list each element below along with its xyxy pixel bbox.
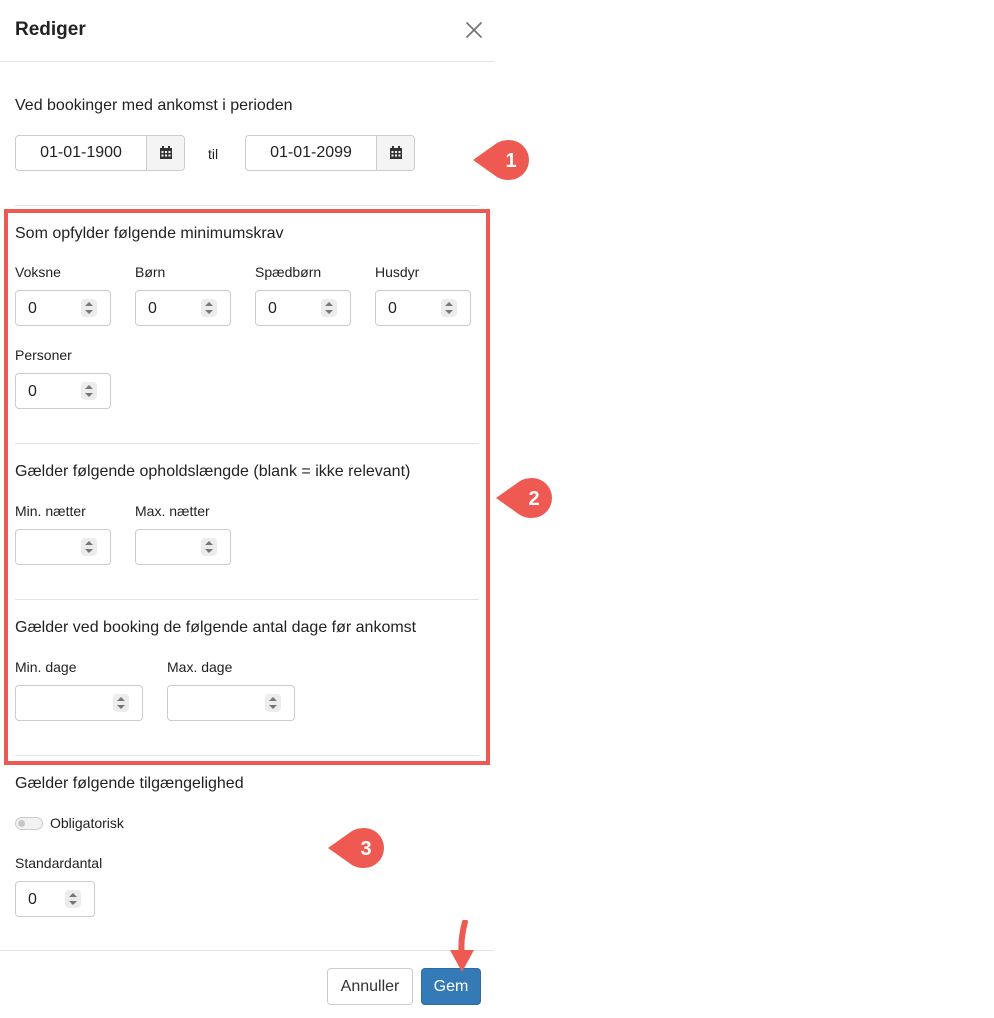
mandatory-label: Obligatorisk — [50, 815, 124, 831]
footer-divider — [0, 950, 494, 951]
modal-header: Rediger — [0, 0, 494, 62]
date-from-group — [15, 135, 185, 171]
mandatory-toggle[interactable] — [15, 817, 43, 830]
date-to-input[interactable] — [246, 136, 376, 170]
date-to-group — [245, 135, 415, 171]
callout-3-number: 3 — [360, 838, 371, 860]
default-count-value: 0 — [28, 891, 37, 908]
period-heading: Ved bookinger med ankomst i perioden — [15, 97, 293, 114]
calendar-icon[interactable] — [376, 136, 414, 170]
divider — [15, 205, 479, 206]
callout-2-number: 2 — [528, 488, 539, 510]
default-count-input[interactable]: 0 — [15, 881, 95, 917]
availability-heading: Gælder følgende tilgængelighed — [15, 775, 244, 792]
cancel-button[interactable]: Annuller — [327, 968, 413, 1005]
to-label: til — [208, 146, 219, 162]
callout-1-marker: 1 — [473, 140, 529, 180]
date-from-input[interactable] — [16, 136, 146, 170]
modal-title: Rediger — [15, 19, 86, 40]
arrow-pointer-icon — [450, 920, 474, 972]
close-icon[interactable] — [462, 18, 486, 42]
callout-1-number: 1 — [505, 150, 516, 172]
highlight-box — [4, 209, 490, 765]
callout-2-marker: 2 — [496, 478, 552, 518]
default-count-label: Standardantal — [15, 855, 103, 871]
spinner-icon[interactable] — [65, 890, 81, 908]
calendar-icon[interactable] — [146, 136, 184, 170]
callout-3-marker: 3 — [328, 828, 384, 868]
toggle-knob — [18, 820, 25, 827]
